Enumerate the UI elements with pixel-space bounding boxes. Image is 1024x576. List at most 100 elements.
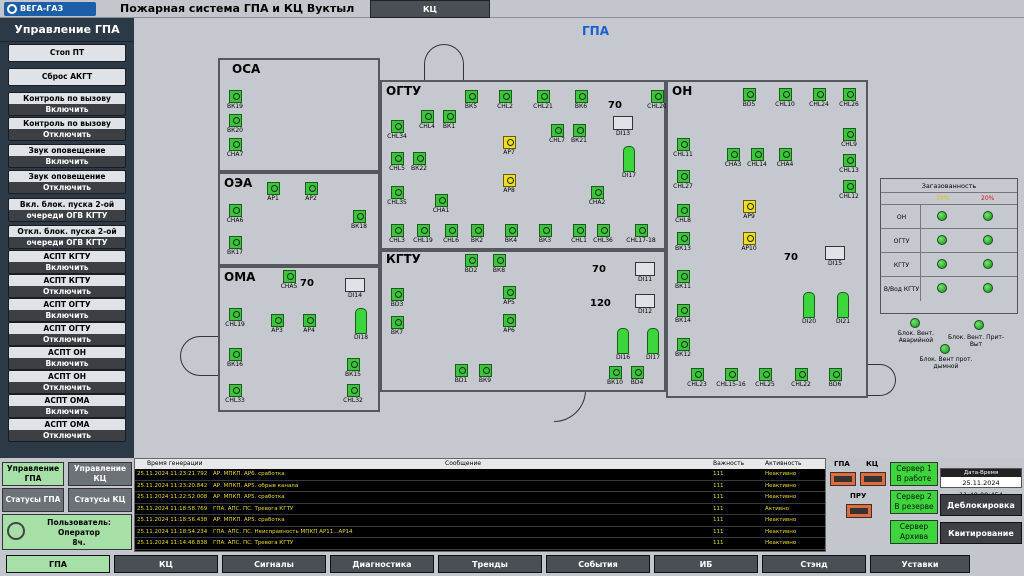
sensor-cha4[interactable]: СНА4 (770, 148, 800, 169)
sensor-ap6[interactable]: АР6 (494, 314, 524, 335)
aspt-on-off-button[interactable]: АСПТ ОН Отключить (8, 370, 126, 394)
sensor-chl26[interactable]: CHL26 (834, 88, 864, 109)
sound-alert-on-button[interactable]: Звук оповещение Включить (8, 144, 126, 168)
tab-signals[interactable]: Сигналы (222, 555, 326, 573)
aspt-kgtu-off-button[interactable]: АСПТ КГТУ Отключить (8, 274, 126, 298)
status-gpa-button[interactable]: Статусы ГПА (2, 488, 64, 512)
tab-settings[interactable]: Уставки (870, 555, 970, 573)
sensor-bk7[interactable]: ВК7 (382, 316, 412, 337)
enable-start-block-button[interactable]: Вкл. блок. пуска 2-ой очереди ОГВ КГТУ (8, 198, 126, 222)
sensor-bk9[interactable]: ВК9 (470, 364, 500, 385)
sensor-chl12[interactable]: CHL12 (834, 180, 864, 201)
event-row[interactable]: 25.11.2024 11:14:46.838 ГПА. АПС. ПС. Тре… (135, 538, 825, 550)
upr-kc-button[interactable]: Управление КЦ (68, 462, 132, 486)
cylinder-di18[interactable]: DI18 (346, 308, 376, 342)
sensor-cha1[interactable]: СНА1 (426, 194, 456, 215)
archive-server-status[interactable]: Сервер Архива (890, 520, 938, 544)
tab-gpa[interactable]: ГПА (6, 555, 110, 573)
tab-stand[interactable]: Стэнд (762, 555, 866, 573)
sensor-bk14[interactable]: ВК14 (668, 304, 698, 325)
aspt-oma-off-button[interactable]: АСПТ ОМА Отключить (8, 418, 126, 442)
cylinder-di20[interactable]: DI20 (794, 292, 824, 326)
tab-kc[interactable]: КЦ (114, 555, 218, 573)
tab-ib[interactable]: ИБ (654, 555, 758, 573)
sensor-ap2[interactable]: АР2 (296, 182, 326, 203)
sensor-cha7[interactable]: СНА7 (220, 138, 250, 159)
sensor-bk20[interactable]: ВК20 (220, 114, 250, 135)
server2-status[interactable]: Сервер 2 В резерве (890, 490, 938, 514)
aspt-ogtu-on-button[interactable]: АСПТ ОГТУ Включить (8, 298, 126, 322)
sensor-chl9[interactable]: CHL9 (834, 128, 864, 149)
sensor-chl36[interactable]: CHL36 (588, 224, 618, 245)
sensor-bk13[interactable]: ВК13 (668, 232, 698, 253)
sensor-ap8[interactable]: АР8 (494, 174, 524, 195)
sensor-chl32[interactable]: CHL32 (338, 384, 368, 405)
disable-start-block-button[interactable]: Откл. блок. пуска 2-ой очереди ОГВ КГТУ (8, 225, 126, 249)
sensor-bk17[interactable]: ВК17 (220, 236, 250, 257)
reset-akgt-button[interactable]: Сброс АКГТ (8, 68, 126, 86)
sensor-bk15[interactable]: ВК15 (338, 358, 368, 379)
sensor-bd6[interactable]: BD6 (820, 368, 850, 389)
call-control-off-button[interactable]: Контроль по вызову Отключить (8, 117, 126, 141)
server1-status[interactable]: Сервер 1 В работе (890, 462, 938, 486)
sensor-chl23[interactable]: CHL23 (682, 368, 712, 389)
sensor-chl17-18[interactable]: CHL17-18 (626, 224, 656, 245)
sensor-bk3[interactable]: ВК3 (530, 224, 560, 245)
sensor-bk1[interactable]: ВК1 (434, 110, 464, 131)
cylinder-di21[interactable]: DI21 (828, 292, 858, 326)
sensor-chl22[interactable]: CHL22 (786, 368, 816, 389)
sensor-bk21[interactable]: ВК21 (564, 124, 594, 145)
sensor-bk5[interactable]: ВК5 (456, 90, 486, 111)
sensor-bk19[interactable]: ВК19 (220, 90, 250, 111)
tab-events[interactable]: События (546, 555, 650, 573)
sensor-bd5[interactable]: BD5 (734, 88, 764, 109)
status-kc-button[interactable]: Статусы КЦ (68, 488, 132, 512)
upr-gpa-button[interactable]: Управление ГПА (2, 462, 64, 486)
sensor-chl35[interactable]: CHL35 (382, 186, 412, 207)
sensor-chl34[interactable]: CHL34 (382, 120, 412, 141)
call-control-on-button[interactable]: Контроль по вызову Включить (8, 92, 126, 116)
sensor-bk11[interactable]: ВК11 (668, 270, 698, 291)
sensor-chl33[interactable]: CHL33 (220, 384, 250, 405)
sensor-chl8[interactable]: CHL8 (668, 204, 698, 225)
sensor-chl27[interactable]: CHL27 (668, 170, 698, 191)
cylinder-di17[interactable]: DI17 (614, 146, 644, 180)
sensor-chl19[interactable]: CHL19 (220, 308, 250, 329)
detector-di13[interactable]: DI13 (608, 116, 638, 138)
sensor-bk4[interactable]: ВК4 (496, 224, 526, 245)
aspt-oma-on-button[interactable]: АСПТ ОМА Включить (8, 394, 126, 418)
detector-di11[interactable]: DI11 (630, 262, 660, 284)
detector-di12[interactable]: DI12 (630, 294, 660, 316)
sensor-bk12[interactable]: ВК12 (668, 338, 698, 359)
event-row[interactable]: 25.11.2024 11:22:52.008 АР. МПКП. АР5. ср… (135, 492, 825, 504)
gpa-server-icon[interactable] (830, 472, 856, 486)
sensor-chl10[interactable]: CHL10 (770, 88, 800, 109)
sound-alert-off-button[interactable]: Звук оповещение Отключить (8, 170, 126, 194)
tab-trends[interactable]: Тренды (438, 555, 542, 573)
event-row[interactable]: 25.11.2024 11:18:58.769 ГПА. АПС. ПС. Тре… (135, 504, 825, 515)
sensor-bk6[interactable]: ВК6 (566, 90, 596, 111)
acknowledge-button[interactable]: Квитирование (940, 522, 1022, 544)
aspt-kgtu-on-button[interactable]: АСПТ КГТУ Включить (8, 250, 126, 274)
sensor-ap7[interactable]: АР7 (494, 136, 524, 157)
sensor-ap9[interactable]: АР9 (734, 200, 764, 221)
sensor-ap1[interactable]: АР1 (258, 182, 288, 203)
stop-pt-button[interactable]: Стоп ПТ (8, 44, 126, 62)
sensor-chl11[interactable]: CHL11 (668, 138, 698, 159)
sensor-chl13[interactable]: CHL13 (834, 154, 864, 175)
sensor-bk22[interactable]: ВК22 (404, 152, 434, 173)
sensor-bk8[interactable]: ВК8 (484, 254, 514, 275)
sensor-chl25[interactable]: CHL25 (750, 368, 780, 389)
event-row[interactable]: 25.11.2024 11:18:56.438 АР. МПКП. АР5. ср… (135, 515, 825, 527)
sensor-ap10[interactable]: АР10 (734, 232, 764, 253)
sensor-bk2[interactable]: ВК2 (462, 224, 492, 245)
event-row[interactable]: 25.11.2024 11:23:21.792 АР. МПКП. АР6. ср… (135, 469, 825, 481)
sensor-chl2[interactable]: CHL2 (490, 90, 520, 111)
cylinder-di16[interactable]: DI16 (608, 328, 638, 362)
aspt-on-on-button[interactable]: АСПТ ОН Включить (8, 346, 126, 370)
tab-diagnostics[interactable]: Диагностика (330, 555, 434, 573)
kc-server-icon[interactable] (860, 472, 886, 486)
sensor-bk18[interactable]: ВК18 (344, 210, 374, 231)
sensor-cha2[interactable]: СНА2 (582, 186, 612, 207)
top-tab-kc[interactable]: КЦ (370, 0, 490, 18)
